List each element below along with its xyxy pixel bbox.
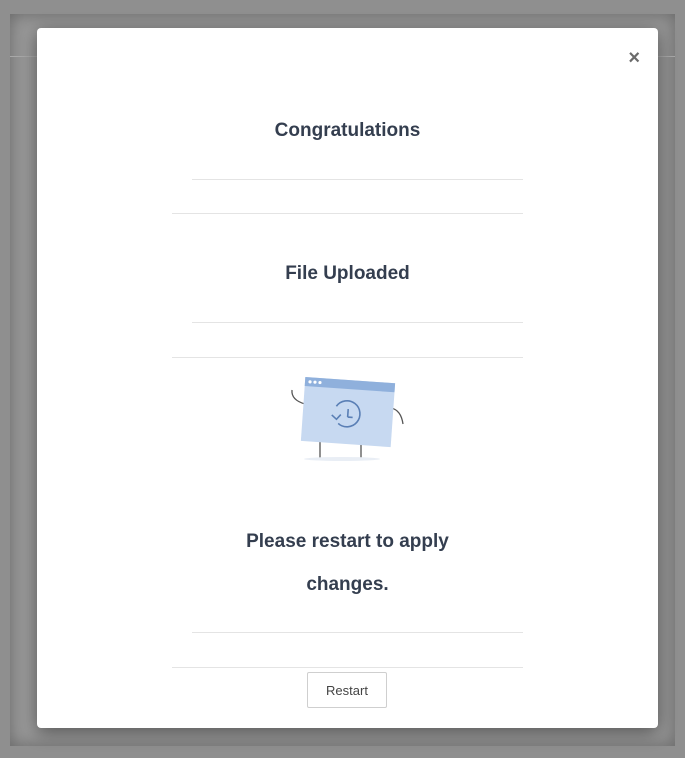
clock-window-icon [287, 372, 407, 462]
upload-success-dialog: × Congratulations File Uploaded Please r… [37, 28, 658, 728]
restart-message-line1: Please restart to apply [246, 531, 449, 552]
divider [172, 213, 523, 214]
divider [172, 357, 523, 358]
dialog-title: Congratulations [274, 120, 421, 141]
divider [172, 667, 523, 668]
restart-message-line2: changes. [306, 574, 389, 595]
divider [192, 632, 523, 633]
restart-button[interactable]: Restart [307, 672, 387, 708]
divider [192, 322, 523, 323]
close-icon[interactable]: × [628, 48, 640, 68]
divider [192, 179, 523, 180]
dialog-subtitle: File Uploaded [285, 263, 410, 284]
